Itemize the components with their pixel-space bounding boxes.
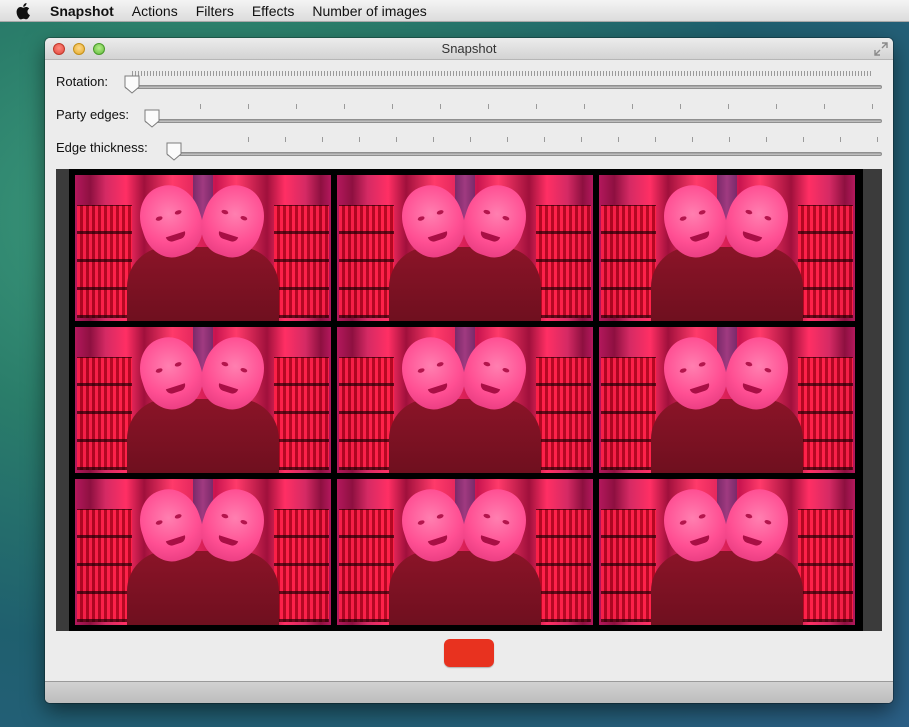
rotation-slider-track[interactable] [125,85,882,89]
party-edges-row: Party edges: [45,102,893,132]
party-edges-ticks [200,104,880,109]
fullscreen-icon[interactable] [873,41,889,57]
snapshot-tile [337,479,593,625]
apple-icon[interactable] [16,2,34,20]
party-edges-label: Party edges: [56,107,129,122]
menu-effects[interactable]: Effects [252,3,295,19]
snapshot-window: Snapshot Rotation: Party edges: Edge thi… [45,38,893,703]
snapshot-tile [75,479,331,625]
take-snapshot-button[interactable] [444,639,494,667]
snapshot-preview [56,169,882,631]
snapshot-tile [337,175,593,321]
menu-bar: Snapshot Actions Filters Effects Number … [0,0,909,22]
edge-thickness-row: Edge thickness: [45,135,893,165]
edge-thickness-slider-knob[interactable] [166,142,182,161]
minimize-button[interactable] [73,43,85,55]
party-edges-slider-knob[interactable] [144,109,160,128]
menu-filters[interactable]: Filters [196,3,234,19]
edge-thickness-ticks [248,137,880,142]
rotation-row: Rotation: [45,69,893,99]
snapshot-tile [599,175,855,321]
edge-thickness-label: Edge thickness: [56,140,148,155]
snapshot-tile [75,327,331,473]
rotation-label: Rotation: [56,74,109,89]
zoom-button[interactable] [93,43,105,55]
window-bottom-bar [45,681,893,703]
menu-app-name[interactable]: Snapshot [50,3,114,19]
window-titlebar[interactable]: Snapshot [45,38,893,60]
close-button[interactable] [53,43,65,55]
snapshot-tile [599,479,855,625]
window-title: Snapshot [441,41,497,56]
rotation-ticks [132,71,873,76]
party-edges-slider-track[interactable] [145,119,882,123]
edge-thickness-slider-track[interactable] [167,152,882,156]
menu-actions[interactable]: Actions [132,3,178,19]
image-grid [69,169,863,631]
menu-number-of-images[interactable]: Number of images [312,3,426,19]
snapshot-tile [337,327,593,473]
snapshot-tile [75,175,331,321]
rotation-slider-knob[interactable] [124,75,140,94]
snapshot-tile [599,327,855,473]
